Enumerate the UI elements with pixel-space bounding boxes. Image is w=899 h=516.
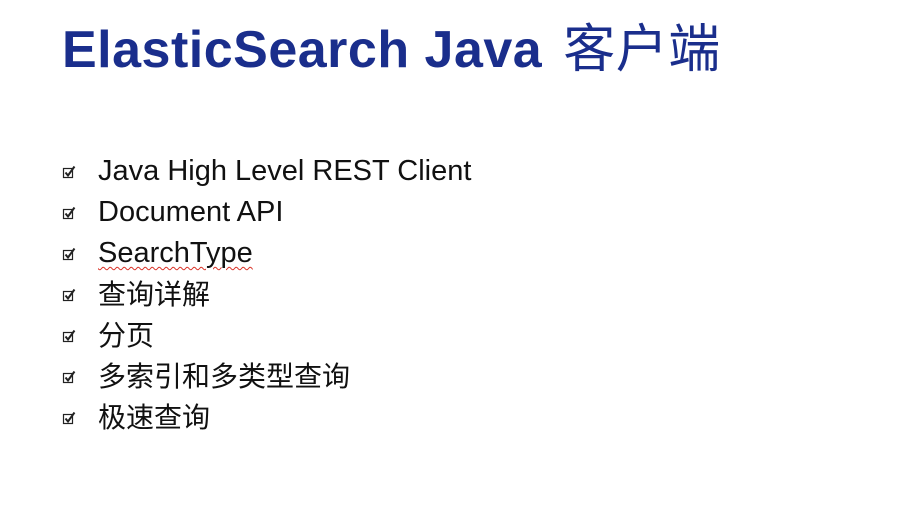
- bullet-list: Java High Level REST Client Document API…: [62, 151, 471, 438]
- list-item: SearchType: [62, 233, 471, 274]
- list-item-label: 分页: [98, 319, 155, 352]
- list-item: 分页: [62, 315, 471, 356]
- checkbox-checked-icon: [62, 288, 76, 302]
- list-item-label: Document API: [98, 196, 284, 228]
- checkbox-checked-icon: [62, 247, 76, 261]
- checkbox-checked-icon: [62, 411, 76, 425]
- checkbox-checked-icon: [62, 165, 76, 179]
- list-item-label: SearchType: [98, 237, 253, 269]
- list-item: Java High Level REST Client: [62, 151, 471, 192]
- list-item-label: 极速查询: [98, 401, 211, 434]
- list-item-label: Java High Level REST Client: [98, 155, 472, 187]
- list-item: 查询详解: [62, 274, 471, 315]
- list-item: 多索引和多类型查询: [62, 356, 471, 397]
- slide-title-latin: ElasticSearch Java: [62, 21, 543, 79]
- slide-title-cjk: 客户端: [563, 20, 721, 80]
- checkbox-checked-icon: [62, 329, 76, 343]
- slide-title: ElasticSearch Java 客户端: [62, 14, 721, 86]
- slide: ElasticSearch Java 客户端 Java High Level R…: [0, 0, 899, 516]
- checkbox-checked-icon: [62, 370, 76, 384]
- list-item-label: 查询详解: [98, 278, 211, 311]
- checkbox-checked-icon: [62, 206, 76, 220]
- list-item-label: 多索引和多类型查询: [98, 360, 351, 393]
- list-item: 极速查询: [62, 397, 471, 438]
- list-item: Document API: [62, 192, 471, 233]
